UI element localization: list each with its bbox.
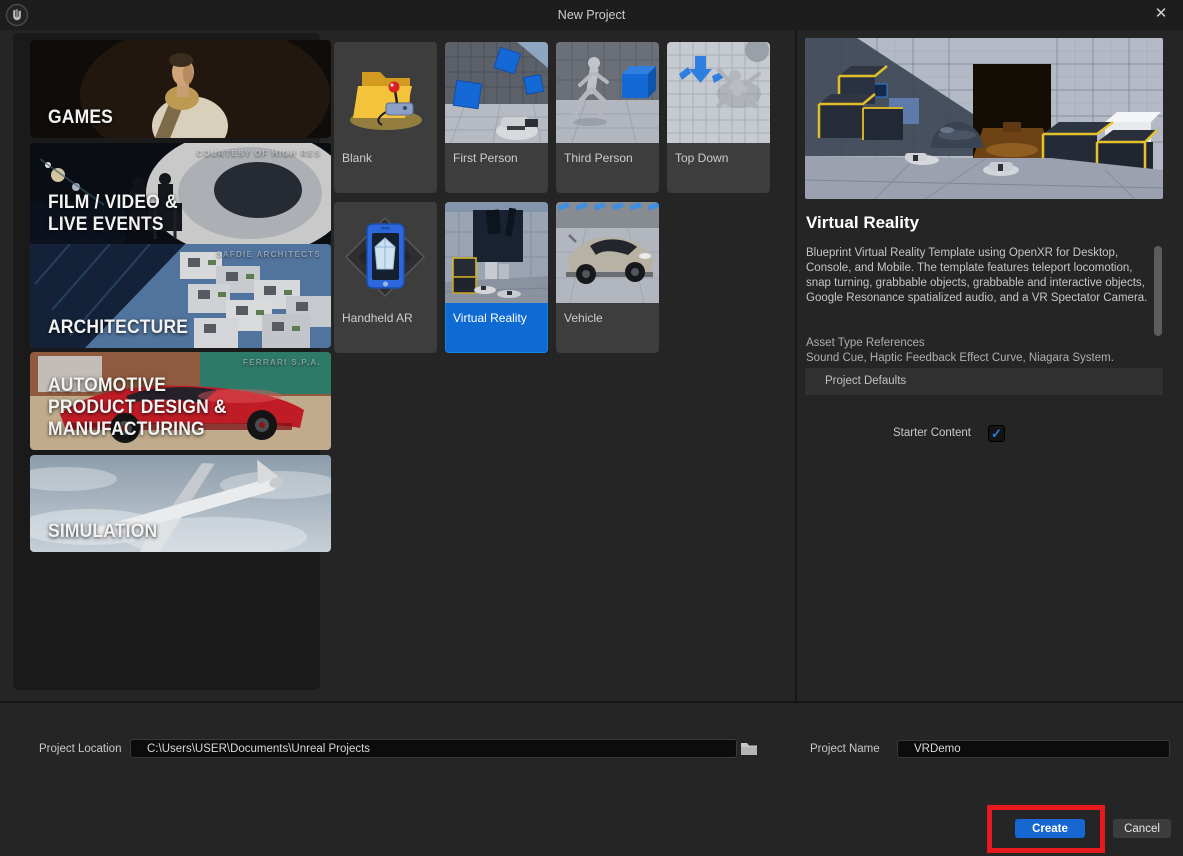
- project-location-input[interactable]: [130, 739, 737, 758]
- category-sidebar: GAMES FIL: [13, 33, 320, 690]
- template-label: Blank: [334, 143, 437, 165]
- template-detail-title: Virtual Reality: [806, 213, 919, 233]
- handheld-ar-thumbnail: [334, 202, 437, 303]
- asset-type-references-value: Sound Cue, Haptic Feedback Effect Curve,…: [806, 352, 1114, 364]
- category-label: AUTOMOTIVE PRODUCT DESIGN & MANUFACTURIN…: [48, 375, 227, 441]
- category-label: SIMULATION: [48, 521, 157, 543]
- asset-type-references-label: Asset Type References: [806, 337, 925, 349]
- top-down-thumbnail: [667, 42, 770, 143]
- category-credit: FERRARI S.P.A.: [243, 358, 321, 367]
- virtual-reality-thumbnail: [445, 202, 548, 303]
- project-location-label: Project Location: [39, 743, 121, 755]
- template-label: Third Person: [556, 143, 659, 165]
- category-card-automotive[interactable]: AUTOMOTIVE PRODUCT DESIGN & MANUFACTURIN…: [30, 352, 331, 450]
- template-label: Top Down: [667, 143, 770, 165]
- close-icon[interactable]: ✕: [1147, 0, 1175, 30]
- template-card-blank[interactable]: Blank: [334, 42, 437, 193]
- project-name-input[interactable]: [897, 740, 1170, 758]
- template-card-vehicle[interactable]: Vehicle: [556, 202, 659, 353]
- starter-content-label: Starter Content: [893, 427, 971, 439]
- new-project-dialog: New Project ✕ GAMES: [0, 0, 1183, 856]
- category-card-film-video[interactable]: FILM / VIDEO & LIVE EVENTS COURTESY OF H…: [30, 143, 331, 245]
- category-label: ARCHITECTURE: [48, 317, 188, 339]
- horizontal-divider: [0, 701, 1183, 703]
- blank-thumbnail: [334, 42, 437, 143]
- starter-content-checkbox[interactable]: ✓: [988, 425, 1005, 442]
- template-card-first-person[interactable]: First Person: [445, 42, 548, 193]
- title-bar: New Project ✕: [0, 0, 1183, 30]
- window-title: New Project: [0, 0, 1183, 30]
- description-scrollbar[interactable]: [1154, 246, 1162, 336]
- third-person-thumbnail: [556, 42, 659, 143]
- category-card-games[interactable]: GAMES: [30, 40, 331, 138]
- browse-folder-icon[interactable]: [740, 740, 758, 757]
- template-card-handheld-ar[interactable]: Handheld AR: [334, 202, 437, 353]
- template-label: First Person: [445, 143, 548, 165]
- category-credit: SAFDIE ARCHITECTS: [216, 250, 321, 259]
- template-card-top-down[interactable]: Top Down: [667, 42, 770, 193]
- template-card-third-person[interactable]: Third Person: [556, 42, 659, 193]
- project-name-label: Project Name: [810, 743, 880, 755]
- category-label: FILM / VIDEO & LIVE EVENTS: [48, 192, 178, 236]
- template-label: Handheld AR: [334, 303, 437, 325]
- template-preview-image: [805, 38, 1163, 199]
- template-label: Vehicle: [556, 303, 659, 325]
- template-label: Virtual Reality: [445, 303, 548, 325]
- template-description: Blueprint Virtual Reality Template using…: [806, 246, 1152, 306]
- project-defaults-header: Project Defaults: [805, 368, 1163, 395]
- vertical-divider: [795, 30, 797, 701]
- category-label: GAMES: [48, 107, 113, 129]
- cancel-button[interactable]: Cancel: [1113, 819, 1171, 838]
- category-card-simulation[interactable]: SIMULATION: [30, 455, 331, 552]
- category-card-architecture[interactable]: ARCHITECTURE SAFDIE ARCHITECTS: [30, 244, 331, 348]
- create-button[interactable]: Create: [1015, 819, 1085, 838]
- first-person-thumbnail: [445, 42, 548, 143]
- template-card-virtual-reality[interactable]: Virtual Reality: [445, 202, 548, 353]
- vehicle-thumbnail: [556, 202, 659, 303]
- category-credit: COURTESY OF HIGH RES: [196, 149, 321, 158]
